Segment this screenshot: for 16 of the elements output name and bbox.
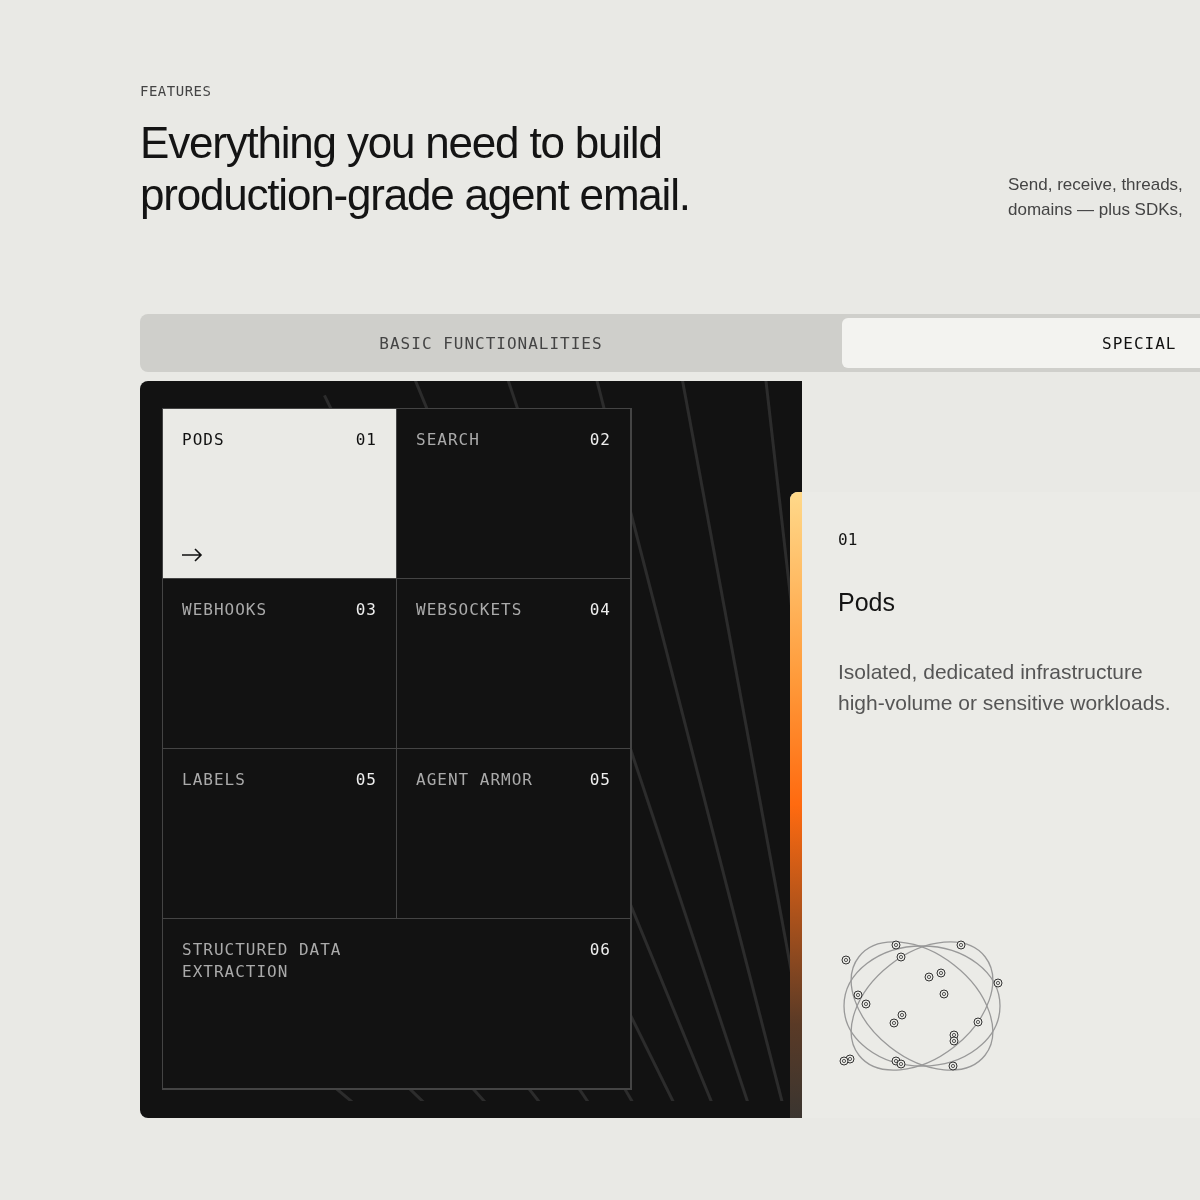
feature-tile[interactable]: LABELS 05 <box>163 749 397 919</box>
detail-description: Isolated, dedicated infrastructure high-volume or sensitive workloads. <box>838 659 1171 716</box>
tab[interactable]: BASIC FUNCTIONALITIES <box>140 318 842 368</box>
arrow-icon <box>181 548 203 562</box>
feature-tile[interactable]: STRUCTURED DATA EXTRACTION 06 <box>163 919 631 1089</box>
feature-tile[interactable]: AGENT ARMOR 05 <box>397 749 631 919</box>
intro-text: Send, receive, threads, domains — plus SDKs, <box>1008 174 1183 221</box>
detail-title: Pods <box>838 588 895 617</box>
tab[interactable]: SPECIAL <box>842 318 1200 368</box>
detail-number: 01 <box>838 530 858 549</box>
feature-tile[interactable]: WEBSOCKETS 04 <box>397 579 631 749</box>
feature-tile[interactable]: SEARCH 02 <box>397 409 631 579</box>
feature-tile[interactable]: WEBHOOKS 03 <box>163 579 397 749</box>
page-heading: Everything you need to build production-grade agent email. <box>140 117 690 221</box>
section-label: FEATURES <box>140 83 212 99</box>
feature-tile[interactable]: PODS 01 <box>163 409 397 579</box>
